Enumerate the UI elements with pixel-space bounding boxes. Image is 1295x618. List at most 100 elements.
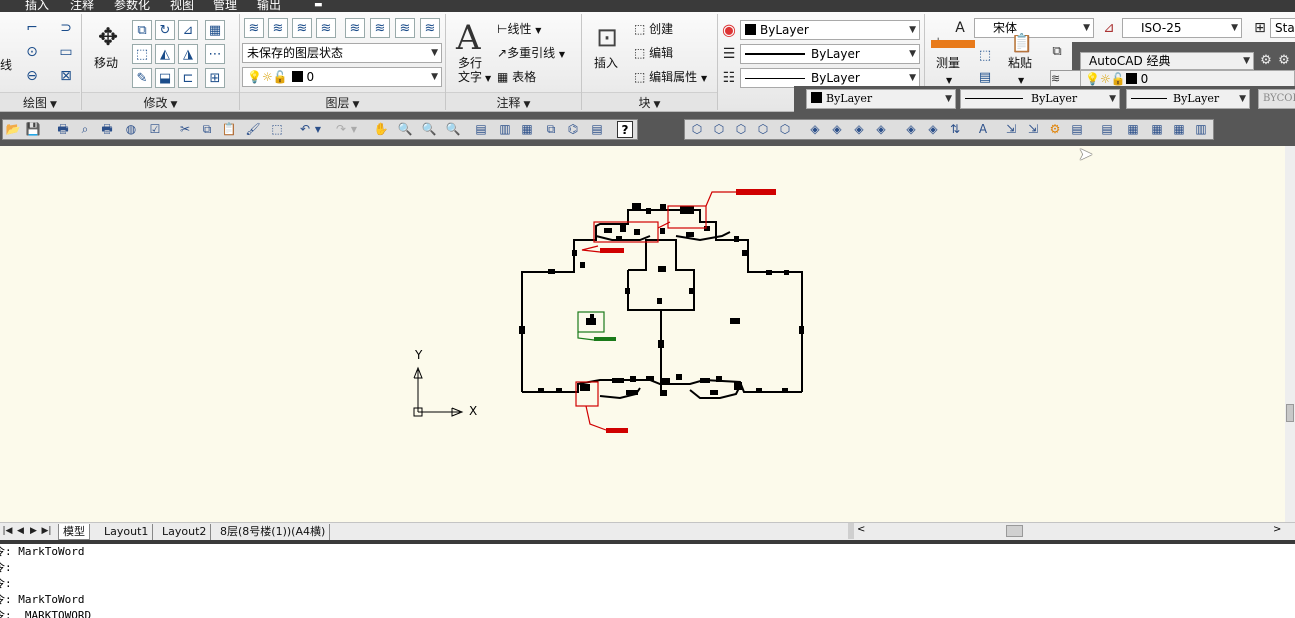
tab-annotate[interactable]: 注释 <box>70 0 94 12</box>
multileader-button[interactable]: ↗多重引线 ▼ <box>497 46 565 62</box>
copy-icon[interactable]: ⧉ <box>132 20 152 40</box>
calculator-icon[interactable]: ▤ <box>975 68 995 88</box>
edit-attribute-button[interactable]: ⬚ 编辑属性 ▼ <box>634 70 707 86</box>
tab-splitter[interactable] <box>848 523 854 539</box>
linetype-dropdown[interactable]: ByLayer ▼ <box>740 44 920 64</box>
tag-icon[interactable]: ◈ <box>807 121 823 138</box>
panel-title-layers[interactable]: 图层 ▼ <box>240 92 445 111</box>
etransmit-icon[interactable]: ☑ <box>147 121 163 138</box>
panel-title-modify[interactable]: 修改 ▼ <box>82 92 239 111</box>
tab-layout1[interactable]: Layout1 <box>100 524 154 540</box>
drawing-canvas[interactable]: Y X ➤ <box>0 146 1295 522</box>
layer-lock-icon[interactable]: ≋ <box>395 18 415 38</box>
panel-title-block[interactable]: 块 ▼ <box>582 92 717 111</box>
save-icon[interactable]: 💾 <box>25 121 41 138</box>
arc-icon[interactable]: ⊃ <box>56 18 76 38</box>
tab-parametric[interactable]: 参数化 <box>114 0 150 12</box>
text-style-dropdown[interactable]: 宋体 ▼ <box>974 18 1094 38</box>
zoom-realtime-icon[interactable]: 🔍 <box>397 121 413 138</box>
layout-b-icon[interactable]: ▦ <box>1125 121 1141 138</box>
stretch-icon[interactable]: ⬚ <box>132 44 152 64</box>
properties-icon[interactable]: ▤ <box>473 121 489 138</box>
linear-dim-button[interactable]: ⊢线性 ▼ <box>497 22 541 38</box>
plot-icon[interactable]: 🖶 <box>55 121 71 138</box>
layer-match-icon[interactable]: ≋ <box>268 18 288 38</box>
export-doc-icon[interactable]: ▤ <box>1069 121 1085 138</box>
ribbon-minimize-icon[interactable]: ▬ <box>314 0 323 12</box>
dim-style-icon[interactable]: ⊿ <box>1099 18 1119 38</box>
layer-isolate-icon[interactable]: ≋ <box>316 18 336 38</box>
export-icon[interactable]: ⇲ <box>1003 121 1019 138</box>
design-center-icon[interactable]: ▥ <box>497 121 513 138</box>
circle-icon[interactable]: ⊙ <box>22 42 42 62</box>
vertical-scroll-thumb[interactable] <box>1286 404 1294 422</box>
zoom-previous-icon[interactable]: 🔍 <box>445 121 461 138</box>
tab-manage[interactable]: 管理 <box>213 0 237 12</box>
rectangle-icon[interactable]: ▭ <box>56 42 76 62</box>
quick-select-icon[interactable]: ⬚ <box>975 46 995 66</box>
layout-c-icon[interactable]: ▦ <box>1149 121 1165 138</box>
layer-dropdown[interactable]: 💡☼🔓 0 ▼ <box>242 67 442 87</box>
zoom-window-icon[interactable]: 🔍 <box>421 121 437 138</box>
tag-info-icon[interactable]: ◈ <box>873 121 889 138</box>
insert-block-icon[interactable]: ⊡ <box>591 22 623 54</box>
lineweight-icon[interactable]: ☷ <box>719 68 739 88</box>
erase-icon[interactable]: ✎ <box>132 68 152 88</box>
last-tab-icon[interactable]: ▶| <box>41 524 52 538</box>
mark-zoom-icon[interactable]: ⬡ <box>777 121 793 138</box>
scroll-right-icon[interactable]: > <box>1273 524 1281 535</box>
multiline-text-icon[interactable]: A <box>456 20 481 56</box>
tab-layout2[interactable]: Layout2 <box>158 524 212 540</box>
tag-list-icon[interactable]: ◈ <box>903 121 919 138</box>
layer-manager-icon[interactable]: ≋ <box>1051 72 1060 85</box>
props-plotstyle-dropdown[interactable]: BYCOL <box>1258 89 1295 109</box>
ellipse-icon[interactable]: ⊖ <box>22 66 42 86</box>
explode-icon[interactable]: ⋯ <box>205 44 225 64</box>
sort-icon[interactable]: ⇅ <box>947 121 963 138</box>
hatch-icon[interactable]: ⊠ <box>56 66 76 86</box>
rotate-icon[interactable]: ↻ <box>155 20 175 40</box>
vertical-scrollbar[interactable] <box>1285 146 1295 522</box>
undo-dropdown-icon[interactable]: ▼ <box>313 121 323 138</box>
table-style-icon[interactable]: ⊞ <box>1250 18 1270 38</box>
props-lineweight-dropdown[interactable]: ByLayer ▼ <box>1126 89 1250 109</box>
next-tab-icon[interactable]: ▶ <box>28 524 39 538</box>
mark-delete-icon[interactable]: ⬡ <box>755 121 771 138</box>
copy-clip-icon[interactable]: ⧉ <box>1047 42 1067 62</box>
measure-label[interactable]: 测量 <box>936 56 960 70</box>
panel-title-annotation[interactable]: 注释 ▼ <box>446 92 581 111</box>
array-icon[interactable]: ▦ <box>205 20 225 40</box>
insert-label[interactable]: 插入 <box>594 56 618 70</box>
color-dropdown[interactable]: ByLayer ▼ <box>740 20 920 40</box>
first-tab-icon[interactable]: |◀ <box>2 524 13 538</box>
export-word-icon[interactable]: ⇲ <box>1025 121 1041 138</box>
workspace-gear-icon[interactable]: ⚙ <box>1274 51 1294 71</box>
sheet-set-icon[interactable]: ⧉ <box>543 121 559 138</box>
scale-icon[interactable]: ⬓ <box>155 68 175 88</box>
layer-state-dropdown[interactable]: 未保存的图层状态 ▼ <box>242 43 442 63</box>
table-button[interactable]: ▦ 表格 <box>497 70 536 84</box>
mirror-icon[interactable]: ◮ <box>178 44 198 64</box>
mtext-label-line2[interactable]: 文字 <box>458 70 482 84</box>
layer-unlock-icon[interactable]: ≋ <box>420 18 440 38</box>
scroll-left-icon[interactable]: < <box>857 524 865 535</box>
match-properties-icon[interactable]: 🖌 <box>245 121 261 138</box>
mark-search-icon[interactable]: ⬡ <box>733 121 749 138</box>
tab-floor8[interactable]: 8层(8号楼(1))(A4横) <box>216 524 331 540</box>
3d-dwf-icon[interactable]: ◍ <box>123 121 139 138</box>
fillet-icon[interactable]: ◭ <box>155 44 175 64</box>
linetype-icon[interactable]: ☰ <box>719 44 739 64</box>
horizontal-scrollbar[interactable]: < > <box>855 524 1285 538</box>
table-style-dropdown[interactable]: Sta <box>1270 18 1295 38</box>
layout-d-icon[interactable]: ▦ <box>1171 121 1187 138</box>
text-mark-icon[interactable]: A <box>975 121 991 138</box>
layer-freeze-icon[interactable]: ≋ <box>345 18 365 38</box>
prev-tab-icon[interactable]: ◀ <box>15 524 26 538</box>
line-label[interactable]: 线 <box>0 58 12 72</box>
pan-icon[interactable]: ✋ <box>373 121 389 138</box>
settings-icon[interactable]: ⚙ <box>1047 121 1063 138</box>
workspace-dropdown[interactable]: AutoCAD 经典 ▼ <box>1080 52 1254 70</box>
props-linetype-dropdown[interactable]: ByLayer ▼ <box>960 89 1120 109</box>
layer-previous-icon[interactable]: ≋ <box>292 18 312 38</box>
plot-preview-icon[interactable]: ⌕ <box>77 121 93 138</box>
